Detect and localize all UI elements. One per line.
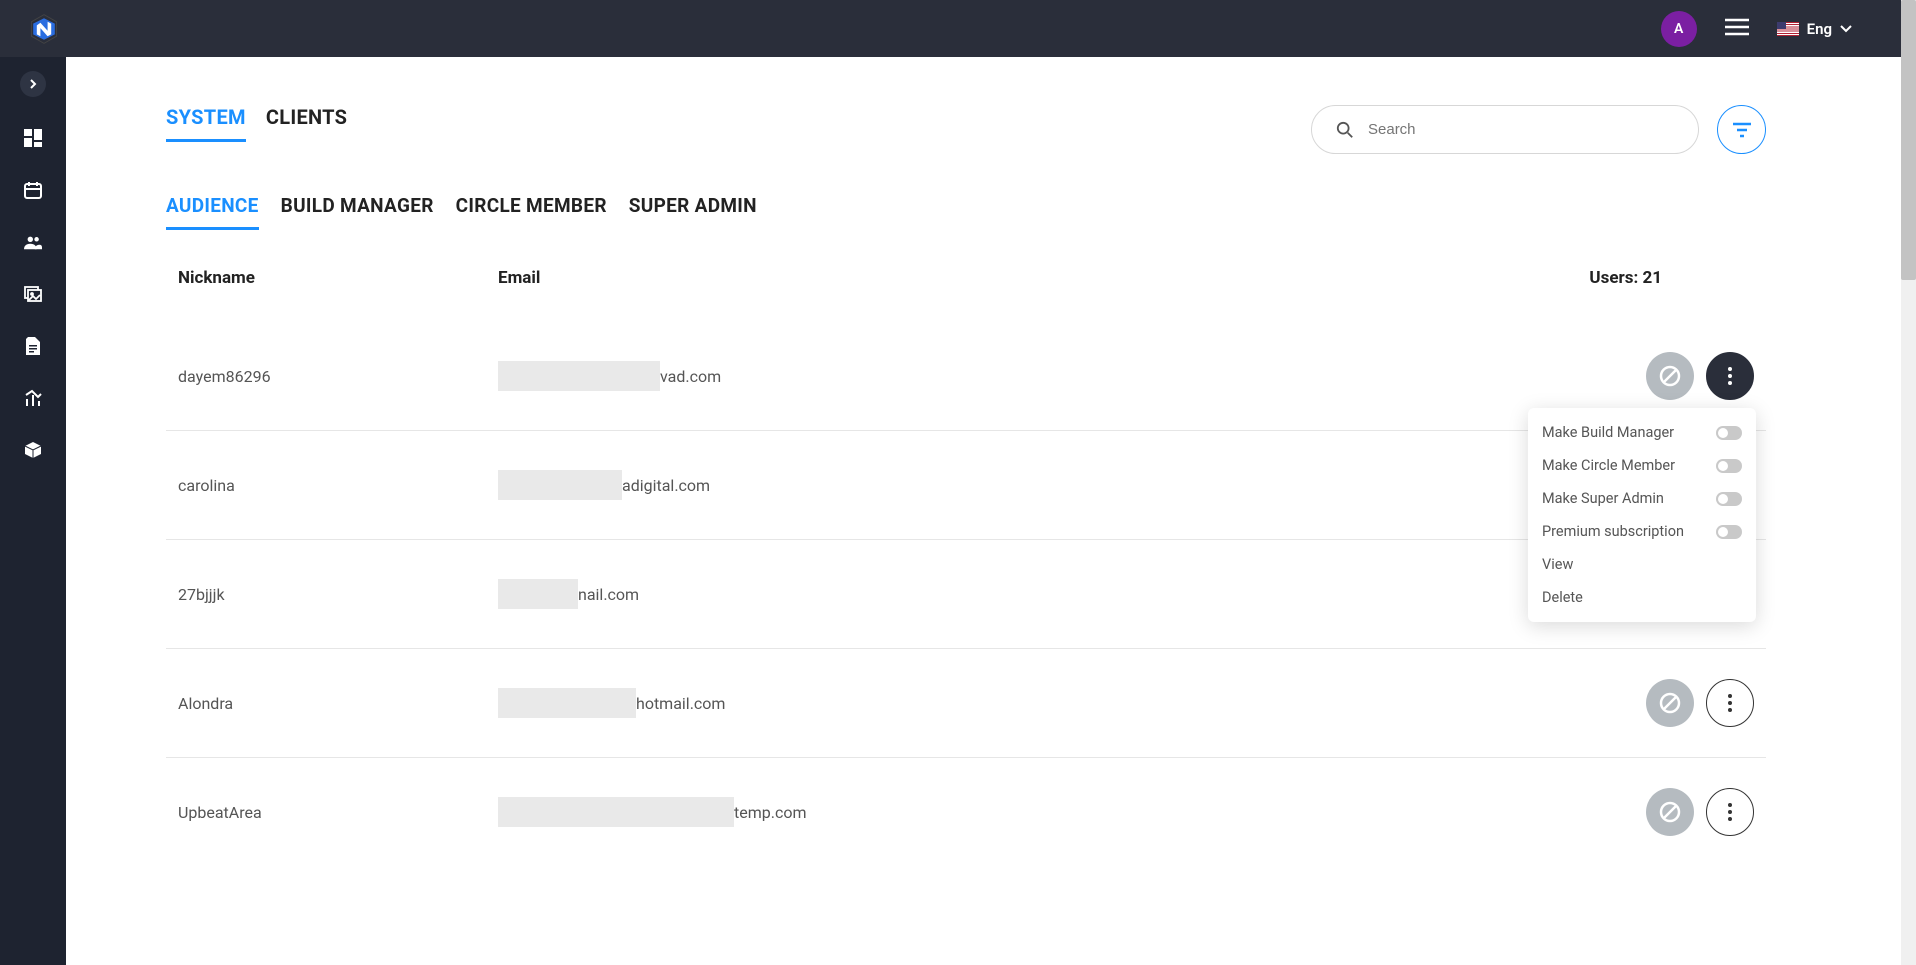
document-icon[interactable] (22, 335, 44, 357)
user-nickname: UpbeatArea (178, 803, 498, 822)
toggle-switch[interactable] (1716, 459, 1742, 473)
block-icon (1659, 692, 1681, 714)
primary-tabs: SYSTEM CLIENTS (166, 105, 347, 142)
redacted-segment (498, 688, 636, 718)
row-actions (1646, 788, 1754, 836)
filter-icon (1732, 121, 1752, 139)
menu-icon[interactable] (1725, 18, 1749, 40)
subtab-audience[interactable]: AUDIENCE (166, 194, 259, 230)
menu-item-label: Make Circle Member (1542, 457, 1675, 474)
users-count: Users: 21 (1589, 268, 1662, 288)
user-email: adigital.com (498, 470, 1646, 500)
toggle-switch[interactable] (1716, 525, 1742, 539)
scrollbar[interactable] (1901, 0, 1916, 965)
menu-item-label: Make Super Admin (1542, 490, 1664, 507)
redacted-segment (498, 579, 578, 609)
language-label: Eng (1807, 20, 1832, 38)
table-row: dayem86296 vad.com Make Build ManagerMake … (166, 322, 1766, 431)
email-suffix: nail.com (578, 585, 639, 604)
image-icon[interactable] (22, 283, 44, 305)
redacted-segment (498, 361, 660, 391)
menu-item-label: Make Build Manager (1542, 424, 1674, 441)
more-vert-icon (1728, 803, 1732, 821)
more-vert-icon (1728, 694, 1732, 712)
menu-item-label: Delete (1542, 589, 1583, 606)
search-box[interactable] (1311, 105, 1699, 154)
menu-item-delete[interactable]: Delete (1528, 581, 1756, 614)
main-content: SYSTEM CLIENTS AUDIENCE BUILD MANAGER CIRCL… (66, 57, 1916, 965)
col-email: Email (498, 268, 1589, 288)
table-row: 27bjjjk nail.com (166, 540, 1766, 649)
menu-item-premium[interactable]: Premium subscription (1528, 515, 1756, 548)
more-vert-icon (1728, 367, 1732, 385)
redacted-segment (498, 797, 734, 827)
row-actions: Make Build ManagerMake Circle MemberMake… (1646, 352, 1754, 400)
header: A Eng (0, 0, 1916, 57)
analytics-icon[interactable] (22, 387, 44, 409)
block-icon (1659, 365, 1681, 387)
email-suffix: adigital.com (622, 476, 710, 495)
user-nickname: dayem86296 (178, 367, 498, 386)
row-actions (1646, 679, 1754, 727)
menu-item-make-build-manager[interactable]: Make Build Manager (1528, 416, 1756, 449)
calendar-icon[interactable] (22, 179, 44, 201)
chevron-down-icon (1840, 25, 1852, 33)
dashboard-icon[interactable] (22, 127, 44, 149)
email-suffix: vad.com (660, 367, 721, 386)
app-logo[interactable] (24, 9, 64, 49)
sidebar-toggle[interactable] (20, 71, 46, 97)
filter-button[interactable] (1717, 105, 1766, 154)
user-email: vad.com (498, 361, 1646, 391)
menu-item-label: View (1542, 556, 1573, 573)
package-icon[interactable] (22, 439, 44, 461)
user-nickname: 27bjjjk (178, 585, 498, 604)
menu-item-view[interactable]: View (1528, 548, 1756, 581)
context-menu: Make Build Manager Make Circle Member Make… (1528, 408, 1756, 622)
flag-us-icon (1777, 22, 1799, 36)
ban-button[interactable] (1646, 788, 1694, 836)
user-email: hotmail.com (498, 688, 1646, 718)
menu-item-make-super-admin[interactable]: Make Super Admin (1528, 482, 1756, 515)
table-row: Alondra hotmail.com (166, 649, 1766, 758)
redacted-segment (498, 470, 622, 500)
search-icon (1336, 121, 1354, 139)
tab-system[interactable]: SYSTEM (166, 105, 246, 142)
language-selector[interactable]: Eng (1777, 20, 1852, 38)
subtab-build-manager[interactable]: BUILD MANAGER (281, 194, 434, 230)
block-icon (1659, 801, 1681, 823)
table-row: carolina adigital.com (166, 431, 1766, 540)
chevron-right-icon (28, 79, 38, 89)
tab-clients[interactable]: CLIENTS (266, 105, 348, 142)
avatar[interactable]: A (1661, 11, 1697, 47)
user-email: temp.com (498, 797, 1646, 827)
secondary-tabs: AUDIENCE BUILD MANAGER CIRCLE MEMBER SUPER … (166, 194, 1766, 230)
search-input[interactable] (1368, 121, 1674, 138)
more-button[interactable] (1706, 679, 1754, 727)
more-button[interactable] (1706, 788, 1754, 836)
user-email: nail.com (498, 579, 1646, 609)
menu-item-make-circle-member[interactable]: Make Circle Member (1528, 449, 1756, 482)
more-button[interactable] (1706, 352, 1754, 400)
user-nickname: Alondra (178, 694, 498, 713)
user-nickname: carolina (178, 476, 498, 495)
sidebar (0, 57, 66, 965)
toggle-switch[interactable] (1716, 492, 1742, 506)
email-suffix: temp.com (734, 803, 806, 822)
subtab-circle-member[interactable]: CIRCLE MEMBER (456, 194, 607, 230)
ban-button[interactable] (1646, 352, 1694, 400)
col-nickname: Nickname (178, 268, 498, 288)
toggle-switch[interactable] (1716, 426, 1742, 440)
subtab-super-admin[interactable]: SUPER ADMIN (629, 194, 757, 230)
table-header: Nickname Email Users: 21 (166, 268, 1766, 322)
table-row: UpbeatArea temp.com (166, 758, 1766, 866)
users-icon[interactable] (22, 231, 44, 253)
user-list: dayem86296 vad.com Make Build Manager Make … (166, 322, 1766, 866)
ban-button[interactable] (1646, 679, 1694, 727)
menu-item-label: Premium subscription (1542, 523, 1684, 540)
email-suffix: hotmail.com (636, 694, 725, 713)
